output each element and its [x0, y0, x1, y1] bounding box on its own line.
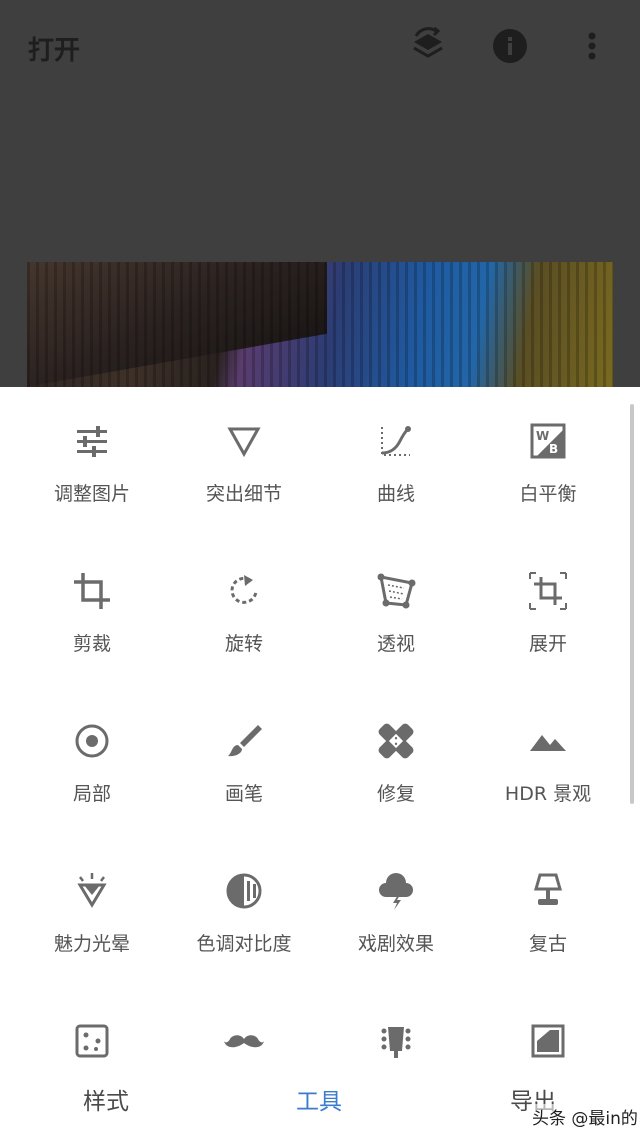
- white-balance-icon: W B: [528, 421, 568, 461]
- tool-label: 魅力光晕: [53, 933, 130, 955]
- tool-healing[interactable]: 修复: [316, 687, 476, 817]
- tool-tonal-contrast[interactable]: 色调对比度: [164, 837, 324, 967]
- tab-styles[interactable]: 样式: [83, 1082, 129, 1116]
- mountains-icon: [528, 721, 568, 761]
- tool-label: 色调对比度: [196, 933, 292, 955]
- tool-brush[interactable]: 画笔: [164, 687, 324, 817]
- expand-icon: [528, 571, 568, 611]
- tool-adjust-image[interactable]: 调整图片: [12, 387, 172, 517]
- selective-icon: [72, 721, 112, 761]
- rotate-icon: [224, 571, 264, 611]
- tool-selective[interactable]: 局部: [12, 687, 172, 817]
- tool-white-balance[interactable]: W B 白平衡: [468, 387, 628, 517]
- crop-icon: [72, 571, 112, 611]
- tool-label: 戏剧效果: [357, 933, 434, 955]
- info-icon[interactable]: [490, 26, 530, 66]
- tool-crop[interactable]: 剪裁: [12, 537, 172, 667]
- tool-details[interactable]: 突出细节: [164, 387, 324, 517]
- tool-label: 突出细节: [205, 483, 282, 505]
- tune-sliders-icon: [72, 421, 112, 461]
- tool-hdr[interactable]: HDR 景观: [468, 687, 628, 817]
- open-button[interactable]: 打开: [28, 30, 80, 67]
- more-vert-icon[interactable]: [572, 26, 612, 66]
- tool-label: 画笔: [224, 783, 263, 805]
- tool-glamour-glow[interactable]: 魅力光晕: [12, 837, 172, 967]
- healing-bandage-icon: [376, 721, 416, 761]
- tool-label: HDR 景观: [504, 783, 592, 805]
- tool-label: 修复: [376, 783, 415, 805]
- tool-label: 白平衡: [519, 483, 577, 505]
- tool-label: 透视: [376, 633, 415, 655]
- tool-label: 曲线: [376, 483, 415, 505]
- curve-icon: [376, 421, 416, 461]
- tab-tools[interactable]: 工具: [296, 1082, 342, 1116]
- svg-text:W: W: [536, 429, 549, 443]
- photo-preview[interactable]: [27, 262, 613, 402]
- tool-label: 剪裁: [72, 633, 111, 655]
- storm-cloud-icon: [376, 871, 416, 911]
- mustache-icon: [224, 1021, 264, 1061]
- perspective-icon: [376, 571, 416, 611]
- tool-drama[interactable]: 戏剧效果: [316, 837, 476, 967]
- brush-icon: [224, 721, 264, 761]
- diamond-icon: [72, 871, 112, 911]
- scrollbar[interactable]: [630, 404, 634, 804]
- svg-text:B: B: [549, 442, 558, 456]
- tool-curves[interactable]: 曲线: [316, 387, 476, 517]
- contrast-icon: [224, 871, 264, 911]
- guitar-head-icon: [376, 1021, 416, 1061]
- tool-expand[interactable]: 展开: [468, 537, 628, 667]
- watermark: 头条 @最in的: [530, 1104, 640, 1129]
- dice-icon: [72, 1021, 112, 1061]
- tool-vintage[interactable]: 复古: [468, 837, 628, 967]
- tool-label: 局部: [72, 783, 111, 805]
- tool-label: 旋转: [224, 633, 263, 655]
- triangle-icon: [224, 421, 264, 461]
- tool-label: 展开: [528, 633, 567, 655]
- tool-label: 复古: [528, 933, 567, 955]
- top-bar: 打开: [0, 0, 640, 96]
- tools-panel: 调整图片 突出细节 曲线 W B 白平衡 剪裁 旋转 透视 展开 局部 画笔 修…: [0, 387, 640, 1138]
- tool-rotate[interactable]: 旋转: [164, 537, 324, 667]
- lamp-icon: [528, 871, 568, 911]
- tool-perspective[interactable]: 透视: [316, 537, 476, 667]
- frame-icon: [528, 1021, 568, 1061]
- photo-curtain-stripes: [27, 262, 613, 402]
- layers-history-icon[interactable]: [408, 26, 448, 66]
- tool-label: 调整图片: [53, 483, 130, 505]
